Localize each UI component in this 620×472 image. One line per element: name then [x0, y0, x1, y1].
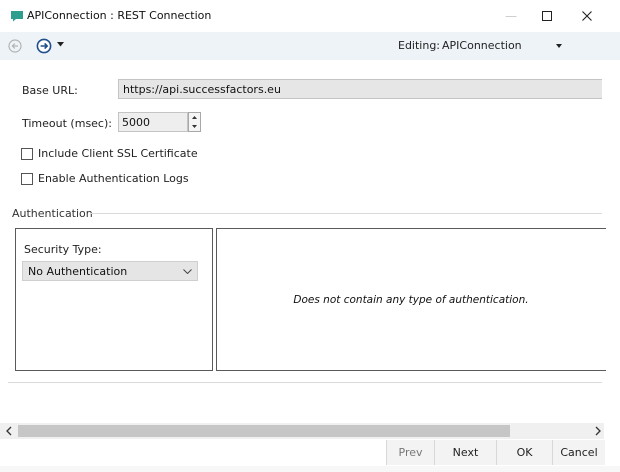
scrollbar-thumb[interactable] — [18, 425, 510, 437]
app-icon — [11, 11, 23, 22]
window-title: APIConnection : REST Connection — [27, 9, 212, 22]
cancel-button[interactable]: Cancel — [552, 440, 605, 465]
group-divider — [90, 213, 602, 214]
timeout-spinner[interactable] — [188, 112, 201, 132]
spin-up-icon — [192, 116, 197, 119]
title-bar: APIConnection : REST Connection — — [0, 0, 620, 32]
scroll-right-icon[interactable] — [594, 426, 602, 436]
close-button[interactable] — [576, 6, 598, 26]
ok-button[interactable]: OK — [496, 440, 552, 465]
caret-down-icon[interactable] — [556, 44, 562, 48]
editing-label: Editing: — [398, 39, 441, 52]
security-type-value: No Authentication — [28, 265, 128, 278]
close-icon — [582, 11, 592, 21]
security-type-label: Security Type: — [24, 243, 102, 256]
caret-down-icon[interactable] — [57, 42, 64, 47]
background-strip — [0, 466, 620, 472]
toolbar: Editing: APIConnection — [0, 32, 620, 60]
chevron-down-icon — [183, 269, 192, 274]
section-divider — [8, 382, 602, 383]
base-url-input[interactable] — [118, 79, 602, 99]
enable-logs-checkbox[interactable] — [21, 173, 33, 185]
timeout-input[interactable] — [118, 112, 188, 132]
base-url-label: Base URL: — [22, 84, 78, 97]
horizontal-scrollbar[interactable] — [0, 423, 604, 439]
maximize-icon — [542, 11, 552, 21]
security-type-select[interactable]: No Authentication — [22, 261, 198, 281]
include-ssl-label[interactable]: Include Client SSL Certificate — [38, 147, 198, 160]
spin-up-button[interactable] — [189, 113, 200, 122]
scroll-left-icon[interactable] — [5, 426, 13, 436]
spin-down-button[interactable] — [189, 122, 200, 131]
timeout-label: Timeout (msec): — [22, 117, 112, 130]
maximize-button[interactable] — [536, 6, 558, 26]
include-ssl-checkbox[interactable] — [21, 148, 33, 160]
enable-logs-label[interactable]: Enable Authentication Logs — [38, 172, 189, 185]
back-arrow-icon[interactable] — [8, 39, 22, 53]
next-button[interactable]: Next — [434, 440, 496, 465]
minimize-button[interactable]: — — [500, 6, 522, 26]
editing-selector[interactable]: APIConnection — [442, 39, 522, 52]
prev-button[interactable]: Prev — [386, 440, 434, 465]
spin-down-icon — [192, 125, 197, 128]
forward-arrow-icon[interactable] — [36, 38, 52, 54]
no-authentication-message: Does not contain any type of authenticat… — [293, 294, 529, 306]
minimize-icon: — — [505, 9, 517, 23]
authentication-group-title: Authentication — [12, 207, 93, 220]
